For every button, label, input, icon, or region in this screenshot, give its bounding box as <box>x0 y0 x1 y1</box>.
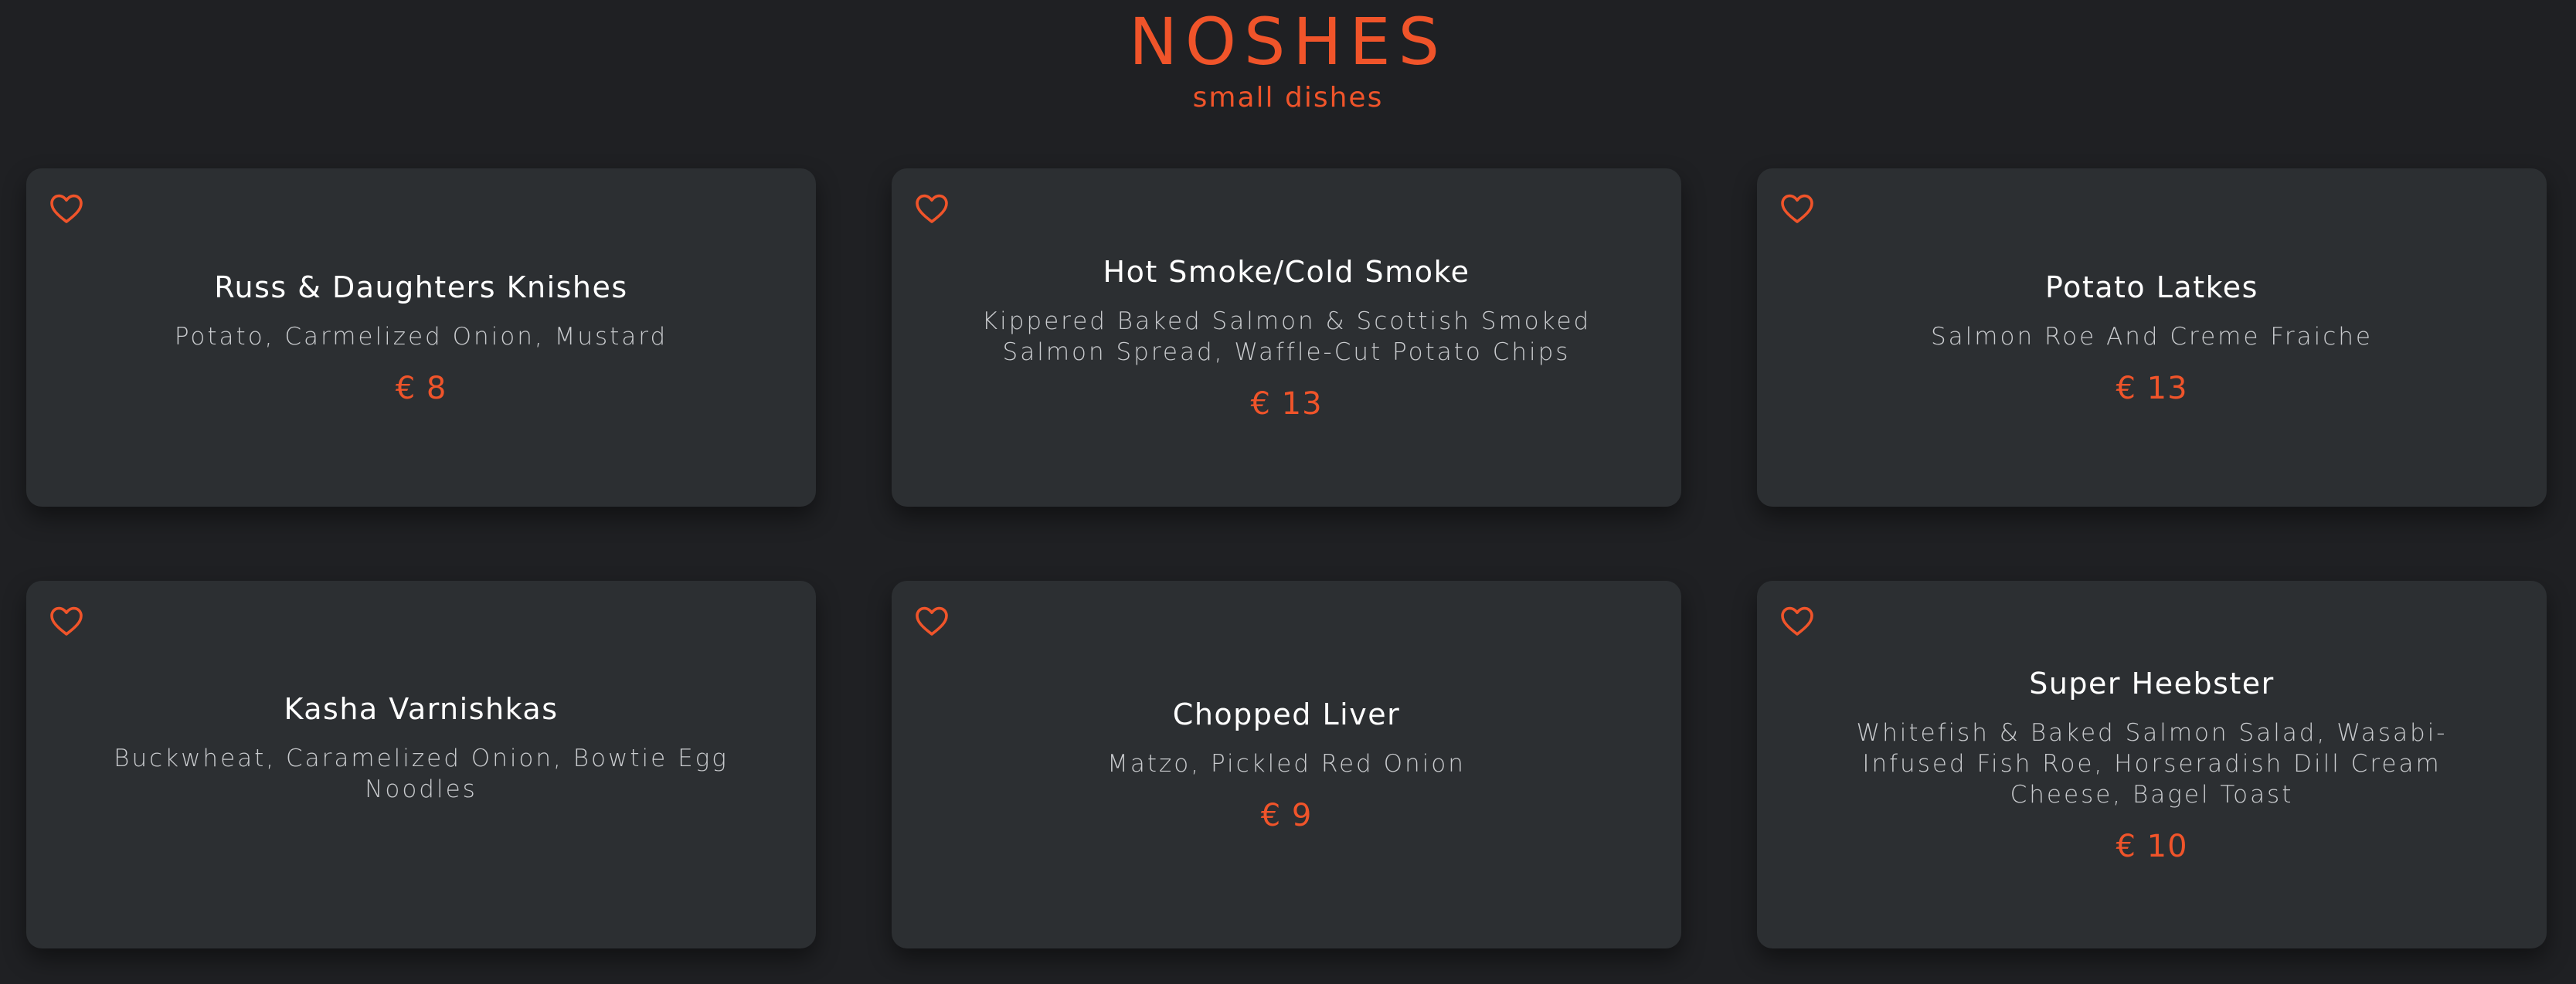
card-body: Kasha Varnishkas Buckwheat, Caramelized … <box>80 581 762 948</box>
dish-name: Hot Smoke/Cold Smoke <box>1103 255 1470 289</box>
heart-icon[interactable] <box>1779 602 1816 640</box>
menu-card: Potato Latkes Salmon Roe And Creme Fraic… <box>1757 168 2547 507</box>
dish-description: Matzo, Pickled Red Onion <box>1107 750 1466 778</box>
dish-description: Kippered Baked Salmon & Scottish Smoked … <box>981 307 1592 366</box>
dish-price: € 13 <box>1250 386 1323 422</box>
dish-name: Super Heebster <box>2029 667 2275 701</box>
card-body: Chopped Liver Matzo, Pickled Red Onion €… <box>946 581 1627 948</box>
menu-card: Kasha Varnishkas Buckwheat, Caramelized … <box>26 581 816 948</box>
dish-price: € 10 <box>2116 829 2188 864</box>
dish-price: € 8 <box>395 371 447 406</box>
section-title: NOSHES <box>1129 4 1447 80</box>
menu-card: Russ & Daughters Knishes Potato, Carmeli… <box>26 168 816 507</box>
dish-description: Potato, Carmelized Onion, Mustard <box>174 323 668 351</box>
dish-price: € 13 <box>2116 371 2188 406</box>
dish-description: Buckwheat, Caramelized Onion, Bowtie Egg… <box>114 745 729 803</box>
heart-icon[interactable] <box>48 602 85 640</box>
card-body: Super Heebster Whitefish & Baked Salmon … <box>1811 581 2493 948</box>
dish-price: € 9 <box>1260 798 1313 833</box>
dish-name: Potato Latkes <box>2045 270 2258 304</box>
card-body: Russ & Daughters Knishes Potato, Carmeli… <box>80 168 762 507</box>
dish-description: Salmon Roe And Creme Fraiche <box>1931 323 2373 351</box>
menu-card: Hot Smoke/Cold Smoke Kippered Baked Salm… <box>892 168 1681 507</box>
dish-name: Chopped Liver <box>1172 697 1401 731</box>
dish-name: Russ & Daughters Knishes <box>214 270 628 304</box>
card-body: Potato Latkes Salmon Roe And Creme Fraic… <box>1811 168 2493 507</box>
dish-name: Kasha Varnishkas <box>284 692 559 726</box>
dish-description: Whitefish & Baked Salmon Salad, Wasabi-I… <box>1856 719 2448 809</box>
menu-card: Super Heebster Whitefish & Baked Salmon … <box>1757 581 2547 948</box>
menu-card: Chopped Liver Matzo, Pickled Red Onion €… <box>892 581 1681 948</box>
heart-icon[interactable] <box>48 190 85 227</box>
card-body: Hot Smoke/Cold Smoke Kippered Baked Salm… <box>946 168 1627 507</box>
heart-icon[interactable] <box>913 602 950 640</box>
heart-icon[interactable] <box>1779 190 1816 227</box>
section-subtitle: small dishes <box>1192 82 1384 114</box>
heart-icon[interactable] <box>913 190 950 227</box>
